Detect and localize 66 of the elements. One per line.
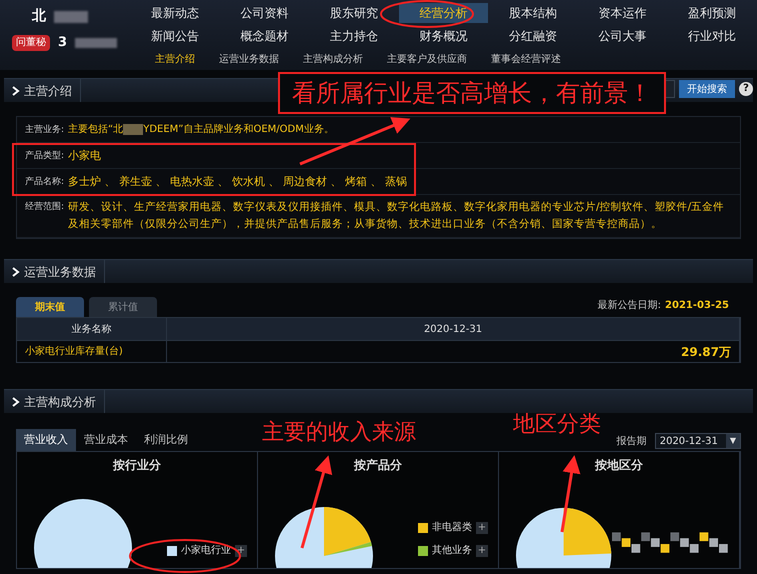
chevron-icon bbox=[12, 266, 20, 276]
field-value: 主要包括“北 bbox=[68, 122, 124, 137]
blurred-area bbox=[123, 124, 144, 135]
blurred-area bbox=[75, 38, 118, 48]
data-tab[interactable]: 期末值 bbox=[16, 297, 84, 317]
field-value: 多士炉 、 养生壶 、 电热水壶 、 饮水机 、 周边食材 、 烤箱 、 蒸锅 bbox=[68, 174, 408, 190]
chart-title: 按行业分 bbox=[113, 457, 161, 474]
blurred-area bbox=[54, 10, 88, 22]
period-label: 报告期 bbox=[616, 434, 647, 448]
field-value: 小家电 bbox=[68, 148, 102, 164]
period-dropdown[interactable]: 2020-12-31 ▼ bbox=[654, 433, 741, 449]
nav-tab[interactable]: 分红融资 bbox=[488, 26, 578, 46]
dropdown-caret-icon: ▼ bbox=[726, 434, 740, 448]
announcement-date: 2021-03-25 bbox=[665, 299, 729, 313]
nav-tab[interactable]: 公司大事 bbox=[578, 26, 668, 46]
field-label: 主营业务: bbox=[25, 124, 64, 136]
stock-name: 北 bbox=[32, 7, 46, 26]
expand-plus-button[interactable]: + bbox=[476, 544, 488, 556]
search-button[interactable]: 开始搜索 bbox=[679, 80, 735, 98]
search-field[interactable] bbox=[665, 80, 675, 98]
field-label: 产品名称: bbox=[25, 176, 64, 188]
table-cell: 小家电行业库存量(台) bbox=[17, 340, 167, 362]
sub-nav-tab[interactable]: 主营构成分析 bbox=[303, 52, 363, 67]
section-title: 主营介绍 bbox=[4, 79, 81, 102]
nav-tab[interactable]: 股本结构 bbox=[488, 3, 578, 23]
field-value: 研发、设计、生产经营家用电器、数字仪表及仪用接插件、模具、数字化电路板、数字化家用电器的专业芯片/控制软件、塑胶件/五金件及相关零部件（仅限分公司生产），并提供产品售后服务；从事货物、技术进出口业务（不含分销、国家专营专控商品）。 bbox=[68, 200, 726, 232]
nav-tab[interactable]: 新闻公告 bbox=[130, 26, 220, 46]
sub-nav-tab[interactable]: 董事会经营评述 bbox=[491, 52, 561, 67]
expand-plus-button[interactable]: + bbox=[476, 522, 488, 534]
field-value: YDEEM”自主品牌业务和OEM/ODM业务。 bbox=[143, 122, 334, 137]
annotation-text: 看所属行业是否高增长，有前景！ bbox=[292, 78, 652, 109]
nav-tab[interactable]: 资本运作 bbox=[578, 3, 668, 23]
section-title: 运营业务数据 bbox=[4, 260, 105, 283]
data-tab[interactable]: 营业收入 bbox=[16, 429, 76, 451]
nav-tab[interactable]: 行业对比 bbox=[667, 26, 757, 46]
nav-tab[interactable]: 公司资料 bbox=[220, 3, 310, 23]
section-title: 主营构成分析 bbox=[4, 390, 105, 413]
nav-tab[interactable]: 概念题材 bbox=[220, 26, 310, 46]
annotation-text: 地区分类 bbox=[513, 411, 601, 439]
field-label: 产品类型: bbox=[25, 150, 64, 162]
table-header-cell: 2020-12-31 bbox=[167, 318, 740, 340]
annotation-text: 主要的收入来源 bbox=[262, 419, 416, 447]
nav-tab[interactable]: 经营分析 bbox=[398, 3, 488, 23]
nav-tab[interactable]: 主力持仓 bbox=[309, 26, 399, 46]
data-tab[interactable]: 营业成本 bbox=[76, 429, 136, 451]
table-header-cell: 业务名称 bbox=[17, 318, 167, 340]
data-tab[interactable]: 累计值 bbox=[89, 297, 157, 317]
legend-label: 其他业务 bbox=[432, 544, 472, 558]
nav-tab[interactable]: 股东研究 bbox=[309, 3, 399, 23]
chart-title: 按产品分 bbox=[354, 457, 402, 474]
table-cell: 29.87万 bbox=[167, 340, 740, 362]
legend-label: 非电器类 bbox=[432, 520, 472, 535]
data-tab[interactable]: 利润比例 bbox=[136, 429, 196, 451]
sub-nav-tab[interactable]: 主营介绍 bbox=[155, 52, 195, 67]
ask-secretary-badge[interactable]: 问董秘 bbox=[12, 34, 50, 51]
sub-nav-tab[interactable]: 运营业务数据 bbox=[219, 52, 279, 67]
field-label: 经营范围: bbox=[25, 200, 64, 214]
chart-title: 按地区分 bbox=[595, 457, 643, 474]
stock-code: 3 bbox=[58, 34, 68, 52]
date-label: 最新公告日期: bbox=[598, 298, 662, 313]
nav-tab[interactable]: 盈利预测 bbox=[667, 3, 757, 23]
nav-tab[interactable]: 最新动态 bbox=[130, 3, 220, 23]
nav-tab[interactable]: 财务概况 bbox=[398, 26, 488, 46]
sub-nav-tab[interactable]: 主要客户及供应商 bbox=[387, 52, 467, 67]
chevron-icon bbox=[12, 86, 20, 96]
chevron-icon bbox=[12, 396, 20, 406]
